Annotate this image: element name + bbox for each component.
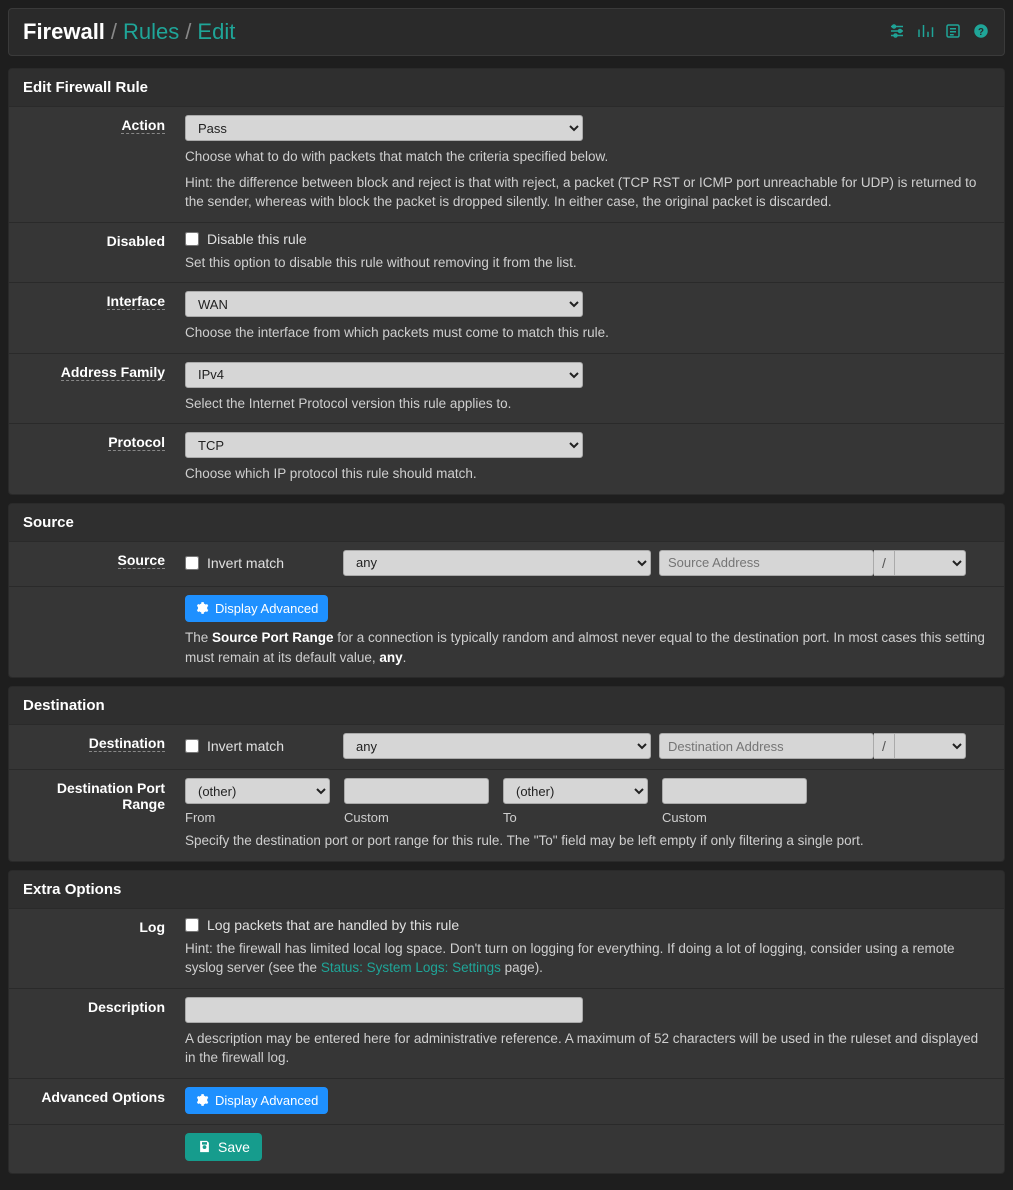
- advanced-options-button[interactable]: Display Advanced: [185, 1087, 328, 1114]
- panel-title-source: Source: [9, 504, 1004, 542]
- save-icon: [197, 1139, 212, 1154]
- label-log: Log: [139, 919, 165, 935]
- source-invert-label: Invert match: [207, 555, 284, 571]
- breadcrumb: Firewall / Rules / Edit: [23, 19, 235, 45]
- dest-port-to-custom[interactable]: [662, 778, 807, 804]
- addrfam-select[interactable]: IPv4: [185, 362, 583, 388]
- dest-port-from-custom[interactable]: [344, 778, 489, 804]
- help-addrfam: Select the Internet Protocol version thi…: [185, 394, 992, 414]
- source-mask-select[interactable]: [894, 550, 966, 576]
- gear-icon: [195, 601, 209, 615]
- dest-invert-checkbox[interactable]: [185, 739, 199, 753]
- help-action-2: Hint: the difference between block and r…: [185, 173, 992, 212]
- gear-icon: [195, 1093, 209, 1107]
- help-action-1: Choose what to do with packets that matc…: [185, 147, 992, 167]
- panel-edit-rule: Edit Firewall Rule Action Pass Choose wh…: [8, 68, 1005, 495]
- label-description: Description: [88, 999, 165, 1015]
- help-log: Hint: the firewall has limited local log…: [185, 939, 992, 978]
- interface-select[interactable]: WAN: [185, 291, 583, 317]
- panel-title-destination: Destination: [9, 687, 1004, 725]
- log-chk-label: Log packets that are handled by this rul…: [207, 917, 459, 933]
- panel-destination: Destination Destination Invert match any…: [8, 686, 1005, 862]
- breadcrumb-rules[interactable]: Rules: [123, 19, 179, 45]
- help-description: A description may be entered here for ad…: [185, 1029, 992, 1068]
- dest-port-to-label: To: [503, 810, 648, 825]
- source-mask-slash: /: [874, 550, 894, 576]
- log-icon[interactable]: [944, 22, 962, 43]
- svg-text:?: ?: [978, 26, 984, 37]
- action-select[interactable]: Pass: [185, 115, 583, 141]
- source-display-advanced-button[interactable]: Display Advanced: [185, 595, 328, 622]
- dest-port-from-select[interactable]: (other): [185, 778, 330, 804]
- description-input[interactable]: [185, 997, 583, 1023]
- panel-title-edit-rule: Edit Firewall Rule: [9, 69, 1004, 107]
- source-invert-checkbox[interactable]: [185, 556, 199, 570]
- help-icon[interactable]: ?: [972, 22, 990, 43]
- help-source-port: The Source Port Range for a connection i…: [185, 628, 992, 667]
- label-dest-port-range: Destination Port Range: [57, 780, 165, 812]
- dest-port-from-label: From: [185, 810, 330, 825]
- label-interface: Interface: [107, 293, 165, 310]
- dest-mask-slash: /: [874, 733, 894, 759]
- label-protocol: Protocol: [108, 434, 165, 451]
- source-address-input[interactable]: [659, 550, 874, 576]
- label-action: Action: [121, 117, 165, 134]
- help-dest-port: Specify the destination port or port ran…: [185, 831, 992, 851]
- disabled-checkbox[interactable]: [185, 232, 199, 246]
- page-header: Firewall / Rules / Edit ?: [8, 8, 1005, 56]
- label-advanced-options: Advanced Options: [41, 1089, 165, 1105]
- dest-port-from-custom-label: Custom: [344, 810, 489, 825]
- panel-title-extra: Extra Options: [9, 871, 1004, 909]
- dest-port-to-select[interactable]: (other): [503, 778, 648, 804]
- help-protocol: Choose which IP protocol this rule shoul…: [185, 464, 992, 484]
- label-destination: Destination: [89, 735, 165, 752]
- breadcrumb-edit[interactable]: Edit: [197, 19, 235, 45]
- label-addrfam: Address Family: [61, 364, 165, 381]
- syslog-settings-link[interactable]: Status: System Logs: Settings: [321, 960, 501, 975]
- sliders-icon[interactable]: [888, 22, 906, 43]
- panel-source: Source Source Invert match any /: [8, 503, 1005, 678]
- protocol-select[interactable]: TCP: [185, 432, 583, 458]
- log-checkbox[interactable]: [185, 918, 199, 932]
- label-disabled: Disabled: [107, 233, 165, 249]
- dest-type-select[interactable]: any: [343, 733, 651, 759]
- save-button[interactable]: Save: [185, 1133, 262, 1161]
- dest-mask-select[interactable]: [894, 733, 966, 759]
- source-type-select[interactable]: any: [343, 550, 651, 576]
- help-disabled: Set this option to disable this rule wit…: [185, 253, 992, 273]
- help-interface: Choose the interface from which packets …: [185, 323, 992, 343]
- dest-address-input[interactable]: [659, 733, 874, 759]
- disabled-chk-label: Disable this rule: [207, 231, 307, 247]
- panel-extra: Extra Options Log Log packets that are h…: [8, 870, 1005, 1174]
- dest-invert-label: Invert match: [207, 738, 284, 754]
- chart-icon[interactable]: [916, 22, 934, 43]
- label-source: Source: [118, 552, 165, 569]
- dest-port-to-custom-label: Custom: [662, 810, 807, 825]
- breadcrumb-firewall: Firewall: [23, 19, 105, 45]
